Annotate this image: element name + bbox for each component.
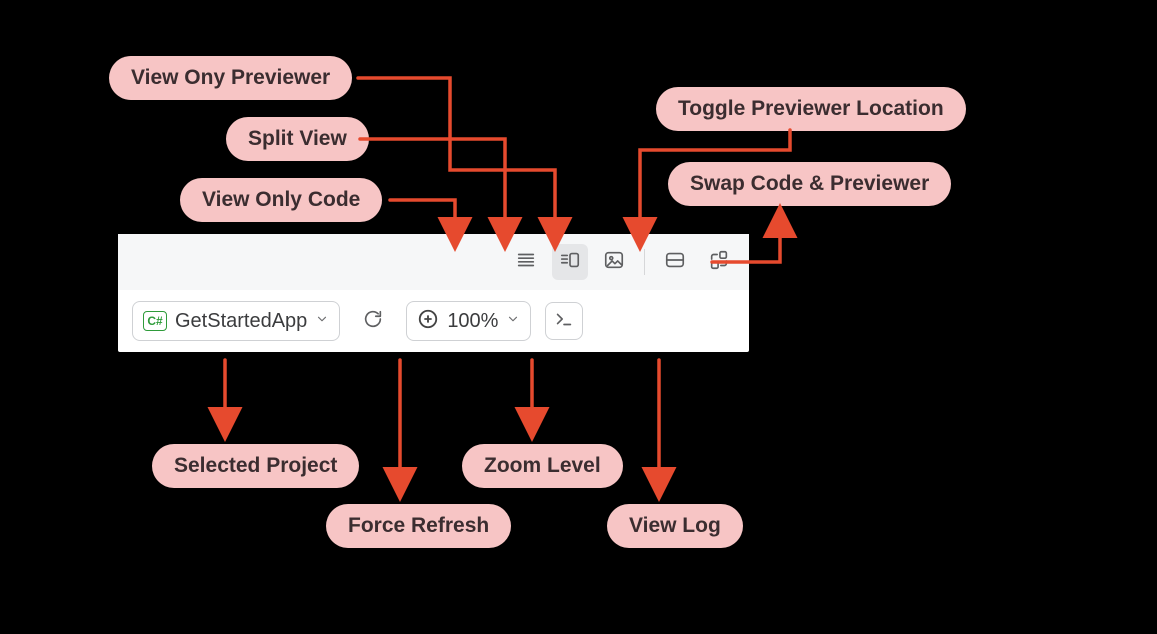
annotation-arrows	[0, 0, 1157, 634]
